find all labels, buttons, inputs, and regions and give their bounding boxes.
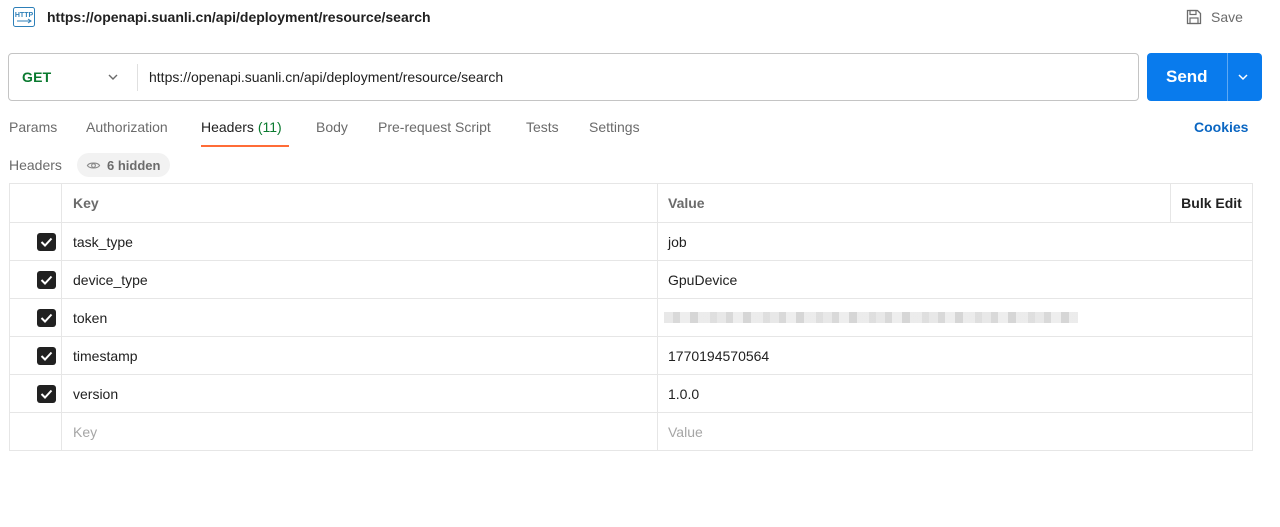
chevron-down-icon[interactable]: [1236, 70, 1250, 84]
method-divider: [137, 64, 138, 91]
cookies-link[interactable]: Cookies: [1194, 119, 1248, 135]
svg-text:HTTP: HTTP: [15, 12, 34, 19]
row-check-cell: [10, 337, 62, 374]
header-enabled-checkbox[interactable]: [37, 271, 56, 289]
header-value[interactable]: GpuDevice: [658, 261, 1252, 298]
header-value[interactable]: 1.0.0: [658, 375, 1252, 412]
hidden-count-label: 6 hidden: [107, 157, 161, 173]
check-icon: [40, 237, 53, 247]
header-enabled-checkbox[interactable]: [37, 233, 56, 251]
check-icon: [40, 351, 53, 361]
header-value[interactable]: 1770194570564: [658, 337, 1252, 374]
header-key[interactable]: version: [62, 375, 658, 412]
method-label: GET: [22, 69, 52, 85]
check-icon: [40, 275, 53, 285]
bulk-edit-button[interactable]: Bulk Edit: [1170, 184, 1252, 222]
table-header-row: Key Value Bulk Edit: [10, 184, 1252, 222]
table-row: device_type GpuDevice: [10, 260, 1252, 298]
new-key-input[interactable]: Key: [62, 413, 658, 450]
column-header-value: Value: [668, 195, 705, 211]
header-enabled-checkbox[interactable]: [37, 309, 56, 327]
header-key[interactable]: timestamp: [62, 337, 658, 374]
table-row-new: Key Value: [10, 412, 1252, 450]
row-check-cell: [10, 299, 62, 336]
save-label: Save: [1211, 9, 1243, 25]
save-button[interactable]: Save: [1185, 7, 1243, 27]
row-check-cell: [10, 261, 62, 298]
tab-pre-request-script[interactable]: Pre-request Script: [378, 119, 491, 135]
table-row: timestamp 1770194570564: [10, 336, 1252, 374]
tab-headers[interactable]: Headers (11): [201, 119, 282, 135]
header-key[interactable]: device_type: [62, 261, 658, 298]
send-button[interactable]: Send: [1147, 53, 1262, 101]
tab-headers-label: Headers: [201, 119, 254, 135]
send-label: Send: [1166, 67, 1208, 86]
row-check-cell: [10, 223, 62, 260]
title-bar: HTTP https://openapi.suanli.cn/api/deplo…: [0, 0, 1280, 34]
chevron-down-icon: [108, 74, 118, 80]
tab-tests[interactable]: Tests: [526, 119, 559, 135]
send-divider: [1227, 53, 1228, 101]
eye-icon: [86, 161, 101, 169]
header-value-redacted[interactable]: [658, 299, 1252, 336]
request-title: https://openapi.suanli.cn/api/deployment…: [47, 9, 431, 25]
header-check-cell: [10, 184, 62, 222]
redacted-token-value: [664, 312, 1078, 323]
tab-body[interactable]: Body: [316, 119, 348, 135]
check-icon: [40, 389, 53, 399]
tab-authorization[interactable]: Authorization: [86, 119, 168, 135]
headers-section-label: Headers: [9, 157, 62, 173]
header-value[interactable]: job: [658, 223, 1252, 260]
url-bar: GET: [8, 53, 1139, 101]
table-row: version 1.0.0: [10, 374, 1252, 412]
table-row: task_type job: [10, 222, 1252, 260]
method-select[interactable]: GET: [9, 54, 137, 100]
column-header-key: Key: [62, 184, 658, 222]
url-input[interactable]: [149, 65, 1129, 89]
new-value-input[interactable]: Value: [658, 413, 1252, 450]
hidden-headers-toggle[interactable]: 6 hidden: [77, 153, 171, 177]
headers-table: Key Value Bulk Edit task_type job device…: [9, 183, 1253, 451]
header-enabled-checkbox[interactable]: [37, 385, 56, 403]
table-row: token: [10, 298, 1252, 336]
header-key[interactable]: token: [62, 299, 658, 336]
header-enabled-checkbox[interactable]: [37, 347, 56, 365]
tab-settings[interactable]: Settings: [589, 119, 640, 135]
tab-headers-count: (11): [257, 119, 282, 135]
row-check-cell: [10, 413, 62, 450]
header-key[interactable]: task_type: [62, 223, 658, 260]
row-check-cell: [10, 375, 62, 412]
tab-params[interactable]: Params: [9, 119, 57, 135]
http-icon: HTTP: [13, 7, 35, 27]
check-icon: [40, 313, 53, 323]
active-tab-indicator: [201, 145, 289, 147]
save-icon: [1186, 9, 1202, 25]
request-tabs: Params Authorization Headers (11) Body P…: [0, 112, 1280, 148]
